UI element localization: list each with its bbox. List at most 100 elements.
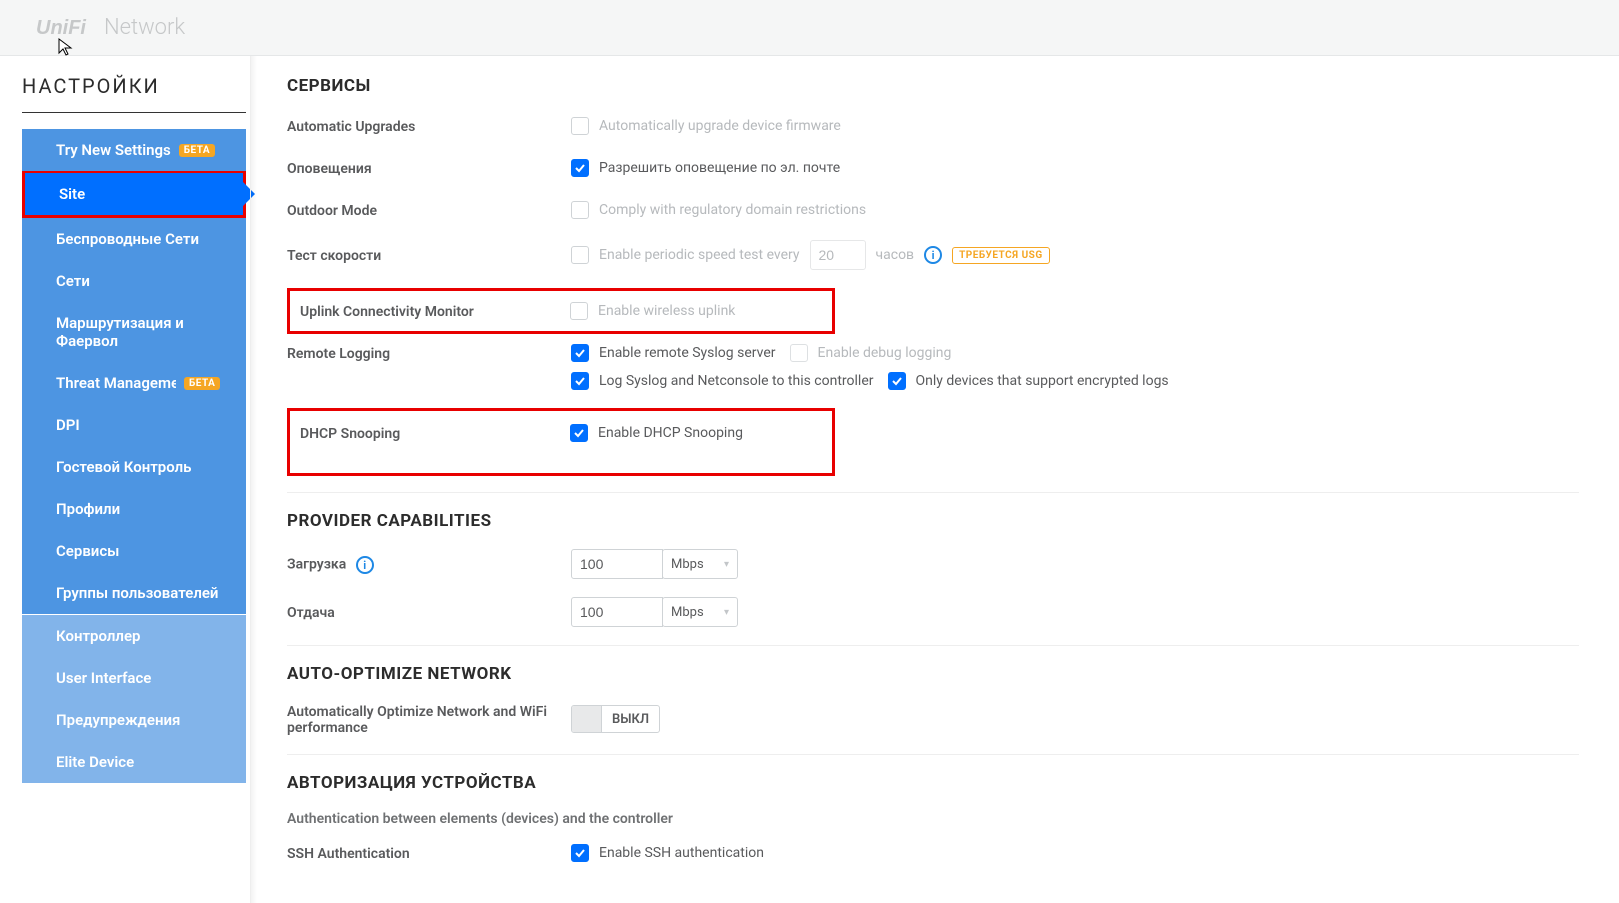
input-upload-speed[interactable] <box>571 597 663 627</box>
sidebar-item-label: Сервисы <box>56 542 119 560</box>
row-ssh-auth: SSH Authentication Enable SSH authentica… <box>287 841 1579 865</box>
sidebar-item-label: Site <box>59 185 85 203</box>
chevron-down-icon: ▾ <box>724 559 729 570</box>
checkbox-label: Comply with regulatory domain restrictio… <box>599 202 866 218</box>
checkbox-email-alerts[interactable] <box>571 159 589 177</box>
content-panel: СЕРВИСЫ Automatic Upgrades Automatically… <box>250 56 1619 903</box>
checkbox-label: Enable DHCP Snooping <box>598 425 743 441</box>
sidebar-item-label: Профили <box>56 500 120 518</box>
chevron-down-icon: ▾ <box>724 607 729 618</box>
section-heading-auto-optimize: AUTO-OPTIMIZE NETWORK <box>287 645 1579 684</box>
label-remote-logging: Remote Logging <box>287 344 571 362</box>
sidebar-item-guest-control[interactable]: Гостевой Контроль <box>22 446 246 488</box>
checkbox-label: Enable remote Syslog server <box>599 345 776 361</box>
device-auth-subtext: Authentication between elements (devices… <box>287 811 1579 827</box>
sidebar-title: НАСТРОЙКИ <box>22 74 246 113</box>
row-remote-logging: Remote Logging Enable remote Syslog serv… <box>287 344 1579 390</box>
label-download: Загрузка i <box>287 554 571 574</box>
checkbox-outdoor-mode[interactable] <box>571 201 589 219</box>
toggle-auto-optimize[interactable]: ВЫКЛ <box>571 705 660 733</box>
sidebar-item-label: Гостевой Контроль <box>56 458 191 476</box>
toggle-knob <box>572 706 602 732</box>
row-auto-optimize: Automatically Optimize Network and WiFi … <box>287 702 1579 736</box>
checkbox-label: Разрешить оповещение по эл. почте <box>599 160 840 176</box>
sidebar-item-try-new-settings[interactable]: Try New Settings БЕТА <box>22 129 246 171</box>
checkbox-speedtest[interactable] <box>571 246 589 264</box>
checkbox-encrypted-only[interactable] <box>888 372 906 390</box>
label-alerts: Оповещения <box>287 159 571 177</box>
sidebar-item-label: Elite Device <box>56 753 134 771</box>
sidebar-item-label: Группы пользователей <box>56 584 218 602</box>
sidebar-item-site[interactable]: Site <box>25 173 243 215</box>
label-upload: Отдача <box>287 603 571 621</box>
row-speedtest: Тест скорости Enable periodic speed test… <box>287 240 1579 270</box>
checkbox-dhcp-snooping[interactable] <box>570 424 588 442</box>
label-speedtest: Тест скорости <box>287 246 571 264</box>
sidebar-item-wireless[interactable]: Беспроводные Сети <box>22 218 246 260</box>
beta-badge: БЕТА <box>179 144 215 157</box>
checkbox-debug-logging[interactable] <box>790 344 808 362</box>
sidebar-item-elite-device[interactable]: Elite Device <box>22 741 246 783</box>
info-icon[interactable]: i <box>356 556 374 574</box>
sidebar-item-dpi[interactable]: DPI <box>22 404 246 446</box>
label-automatic-upgrades: Automatic Upgrades <box>287 117 571 135</box>
usg-required-badge: ТРЕБУЕТСЯ USG <box>952 247 1050 264</box>
label-auto-optimize: Automatically Optimize Network and WiFi … <box>287 702 571 736</box>
input-download-speed[interactable] <box>571 549 663 579</box>
checkbox-label: Automatically upgrade device firmware <box>599 118 841 134</box>
checkbox-auto-upgrade[interactable] <box>571 117 589 135</box>
sidebar-item-label: Предупреждения <box>56 711 180 729</box>
label-ssh-auth: SSH Authentication <box>287 844 571 862</box>
sidebar-item-alerts[interactable]: Предупреждения <box>22 699 246 741</box>
logo: UniFi Network <box>36 15 185 40</box>
sidebar-item-controller[interactable]: Контроллер <box>22 615 246 657</box>
svg-text:UniFi: UniFi <box>36 17 86 39</box>
row-download: Загрузка i Mbps ▾ <box>287 549 1579 579</box>
sidebar-item-threat-management[interactable]: Threat Management БЕТА <box>22 362 246 404</box>
checkbox-ssh-auth[interactable] <box>571 844 589 862</box>
unifi-logo-icon: UniFi <box>36 16 98 40</box>
toggle-text: ВЫКЛ <box>602 712 659 727</box>
sidebar-item-profiles[interactable]: Профили <box>22 488 246 530</box>
label-uplink-monitor: Uplink Connectivity Monitor <box>300 302 570 320</box>
cursor-icon <box>58 38 74 58</box>
sidebar-nav: Try New Settings БЕТА Site Беспроводные … <box>22 129 246 783</box>
sidebar: НАСТРОЙКИ Try New Settings БЕТА Site Бес… <box>0 56 250 903</box>
checkbox-label: Enable wireless uplink <box>598 303 735 319</box>
section-heading-services: СЕРВИСЫ <box>287 76 1579 96</box>
sidebar-item-label: Беспроводные Сети <box>56 230 199 248</box>
sidebar-item-label: DPI <box>56 416 80 434</box>
beta-badge: БЕТА <box>184 377 220 390</box>
sidebar-item-label: Сети <box>56 272 90 290</box>
checkbox-label: Enable SSH authentication <box>599 845 764 861</box>
section-heading-provider: PROVIDER CAPABILITIES <box>287 492 1579 531</box>
logo-product-text: Network <box>104 15 185 40</box>
checkbox-remote-syslog[interactable] <box>571 344 589 362</box>
checkbox-label: Only devices that support encrypted logs <box>916 373 1169 389</box>
section-heading-device-auth: АВТОРИЗАЦИЯ УСТРОЙСТВА <box>287 754 1579 793</box>
select-download-unit[interactable]: Mbps ▾ <box>662 549 738 579</box>
checkbox-log-to-controller[interactable] <box>571 372 589 390</box>
sidebar-item-networks[interactable]: Сети <box>22 260 246 302</box>
select-value: Mbps <box>671 557 704 572</box>
label-outdoor-mode: Outdoor Mode <box>287 201 571 219</box>
select-upload-unit[interactable]: Mbps ▾ <box>662 597 738 627</box>
input-speedtest-hours[interactable] <box>810 240 866 270</box>
hours-unit: часов <box>876 247 915 263</box>
row-upload: Отдача Mbps ▾ <box>287 597 1579 627</box>
info-icon[interactable]: i <box>924 246 942 264</box>
checkbox-label: Log Syslog and Netconsole to this contro… <box>599 373 874 389</box>
top-bar: UniFi Network <box>0 0 1619 56</box>
checkbox-wireless-uplink[interactable] <box>570 302 588 320</box>
select-value: Mbps <box>671 605 704 620</box>
row-alerts: Оповещения Разрешить оповещение по эл. п… <box>287 156 1579 180</box>
sidebar-item-label: Маршрутизация и Фаервол <box>56 314 228 350</box>
sidebar-item-user-interface[interactable]: User Interface <box>22 657 246 699</box>
label-dhcp-snooping: DHCP Snooping <box>300 424 570 442</box>
sidebar-item-routing-firewall[interactable]: Маршрутизация и Фаервол <box>22 302 246 362</box>
sidebar-item-services[interactable]: Сервисы <box>22 530 246 572</box>
sidebar-item-label: Контроллер <box>56 627 140 645</box>
sidebar-item-user-groups[interactable]: Группы пользователей <box>22 572 246 614</box>
row-outdoor-mode: Outdoor Mode Comply with regulatory doma… <box>287 198 1579 222</box>
checkbox-label: Enable debug logging <box>818 345 952 361</box>
